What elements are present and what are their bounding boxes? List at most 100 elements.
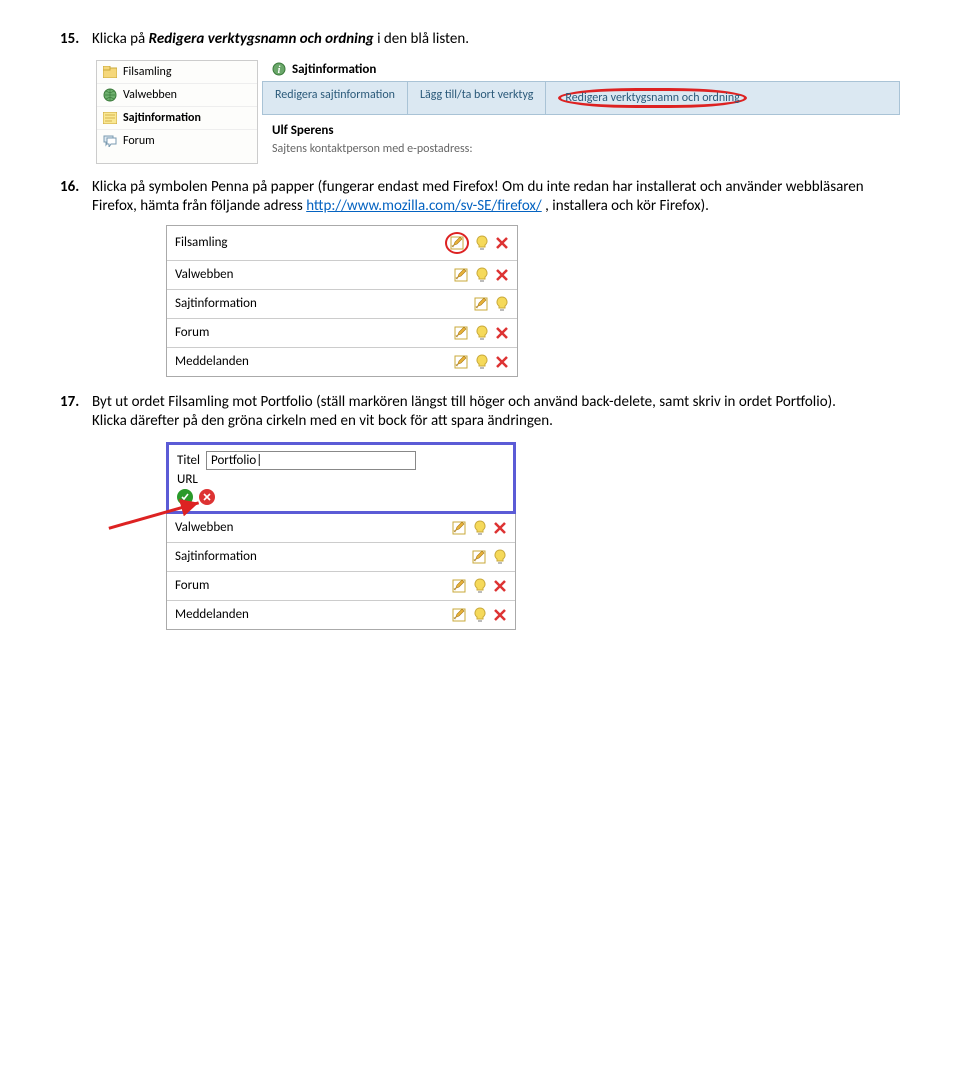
edit-icon[interactable] xyxy=(451,607,467,623)
tool-row: Sajtinformation xyxy=(167,290,517,319)
sidebar-item-valwebben[interactable]: Valwebben xyxy=(97,84,257,107)
text: i den blå listen. xyxy=(374,30,469,48)
tool-row: Valwebben xyxy=(167,261,517,290)
delete-icon[interactable] xyxy=(493,608,507,622)
edit-icon[interactable] xyxy=(451,520,467,536)
delete-icon[interactable] xyxy=(495,326,509,340)
tool-label: Meddelanden xyxy=(175,354,249,369)
tool-row: Meddelanden xyxy=(167,601,515,629)
edit-box: Titel URL xyxy=(166,442,516,514)
tool-icons xyxy=(451,578,507,594)
field-url-row: URL xyxy=(177,472,505,487)
svg-text:i: i xyxy=(278,65,281,76)
tool-icons xyxy=(453,267,509,283)
step-number: 15. xyxy=(60,30,92,50)
bulb-icon[interactable] xyxy=(475,354,489,370)
sidebar-item-forum[interactable]: Forum xyxy=(97,130,257,152)
annotation-circle: Redigera verktygsnamn och ordning xyxy=(558,88,747,108)
tool-label: Forum xyxy=(175,578,209,593)
tab-label: Lägg till/ta bort verktyg xyxy=(420,88,533,102)
bulb-icon[interactable] xyxy=(475,325,489,341)
tool-row: Valwebben xyxy=(167,514,515,543)
tool-icons xyxy=(445,232,509,254)
sidebar-item-label: Filsamling xyxy=(123,65,172,79)
step-17: 17. Byt ut ordet Filsamling mot Portfoli… xyxy=(60,393,900,432)
note-icon xyxy=(103,111,117,125)
bulb-icon[interactable] xyxy=(495,296,509,312)
delete-icon[interactable] xyxy=(493,521,507,535)
tool-icons xyxy=(473,296,509,312)
sidebar-item-label: Sajtinformation xyxy=(123,111,201,125)
step-text: Klicka på symbolen Penna på papper (fung… xyxy=(92,178,900,217)
delete-icon[interactable] xyxy=(495,236,509,250)
folder-icon xyxy=(103,65,117,79)
tool-row: Forum xyxy=(167,572,515,601)
panel-title: Sajtinformation xyxy=(292,62,376,77)
panel-header: i Sajtinformation xyxy=(262,60,900,79)
owner-name: Ulf Sperens xyxy=(272,123,890,138)
sidebar-item-label: Valwebben xyxy=(123,88,177,102)
tool-row: Sajtinformation xyxy=(167,543,515,572)
step-text: Klicka på Redigera verktygsnamn och ordn… xyxy=(92,30,900,50)
info-icon: i xyxy=(272,62,286,76)
tool-icons xyxy=(471,549,507,565)
text: Klicka därefter på den gröna cirkeln med… xyxy=(92,412,553,430)
edit-icon[interactable] xyxy=(453,325,469,341)
tool-label: Meddelanden xyxy=(175,607,249,622)
tool-label: Sajtinformation xyxy=(175,549,257,564)
bulb-icon[interactable] xyxy=(493,549,507,565)
tool-label: Valwebben xyxy=(175,520,233,535)
screenshot-sajtinfo: Filsamling Valwebben Sajtinformation For… xyxy=(96,60,900,164)
sidebar-item-filsamling[interactable]: Filsamling xyxy=(97,61,257,84)
tab-redigera-verktygsnamn[interactable]: Redigera verktygsnamn och ordning xyxy=(546,82,759,114)
tool-icons xyxy=(453,354,509,370)
sidebar-item-sajtinformation[interactable]: Sajtinformation xyxy=(97,107,257,130)
step-15: 15. Klicka på Redigera verktygsnamn och … xyxy=(60,30,900,50)
tool-row: Filsamling xyxy=(167,226,517,261)
tool-label: Filsamling xyxy=(175,235,228,250)
text: , installera och kör Firefox). xyxy=(542,197,709,215)
tool-row: Meddelanden xyxy=(167,348,517,376)
tool-icons xyxy=(453,325,509,341)
emphasis: Redigera verktygsnamn och ordning xyxy=(149,30,374,48)
toollist-after-edit: Valwebben Sajtinformation Forum Meddelanden xyxy=(166,514,516,630)
tool-row: Forum xyxy=(167,319,517,348)
edit-icon[interactable] xyxy=(473,296,489,312)
tool-label: Forum xyxy=(175,325,209,340)
main-panel: i Sajtinformation Redigera sajtinformati… xyxy=(262,60,900,164)
bulb-icon[interactable] xyxy=(473,578,487,594)
bulb-icon[interactable] xyxy=(473,607,487,623)
edit-icon[interactable] xyxy=(449,235,465,251)
save-button[interactable] xyxy=(177,489,193,505)
annotation-circle xyxy=(445,232,469,254)
edit-icon[interactable] xyxy=(471,549,487,565)
tab-label: Redigera sajtinformation xyxy=(275,88,395,102)
text: Byt ut ordet Filsamling mot Portfolio (s… xyxy=(92,393,836,411)
screenshot-toollist: Filsamling Valwebben Sajtinformation Forum M… xyxy=(166,225,518,377)
edit-icon[interactable] xyxy=(453,267,469,283)
title-input[interactable] xyxy=(206,451,416,470)
site-info-body: Ulf Sperens Sajtens kontaktperson med e-… xyxy=(262,115,900,164)
step-16: 16. Klicka på symbolen Penna på papper (… xyxy=(60,178,900,217)
bulb-icon[interactable] xyxy=(475,267,489,283)
edit-icon[interactable] xyxy=(453,354,469,370)
bulb-icon[interactable] xyxy=(475,235,489,251)
step-text: Byt ut ordet Filsamling mot Portfolio (s… xyxy=(92,393,900,432)
tool-icons xyxy=(451,607,507,623)
blue-tabbar: Redigera sajtinformation Lägg till/ta bo… xyxy=(262,81,900,115)
text: Klicka på xyxy=(92,30,149,48)
button-row xyxy=(177,489,505,505)
field-title-row: Titel xyxy=(177,451,505,470)
delete-icon[interactable] xyxy=(495,268,509,282)
delete-icon[interactable] xyxy=(493,579,507,593)
sidebar-item-label: Forum xyxy=(123,134,155,148)
tab-redigera-sajtinfo[interactable]: Redigera sajtinformation xyxy=(263,82,408,114)
tool-label: Valwebben xyxy=(175,267,233,282)
delete-icon[interactable] xyxy=(495,355,509,369)
step-number: 16. xyxy=(60,178,92,217)
edit-icon[interactable] xyxy=(451,578,467,594)
bulb-icon[interactable] xyxy=(473,520,487,536)
tab-lagg-till-ta-bort[interactable]: Lägg till/ta bort verktyg xyxy=(408,82,546,114)
firefox-download-link[interactable]: http://www.mozilla.com/sv-SE/firefox/ xyxy=(306,197,542,215)
cancel-button[interactable] xyxy=(199,489,215,505)
